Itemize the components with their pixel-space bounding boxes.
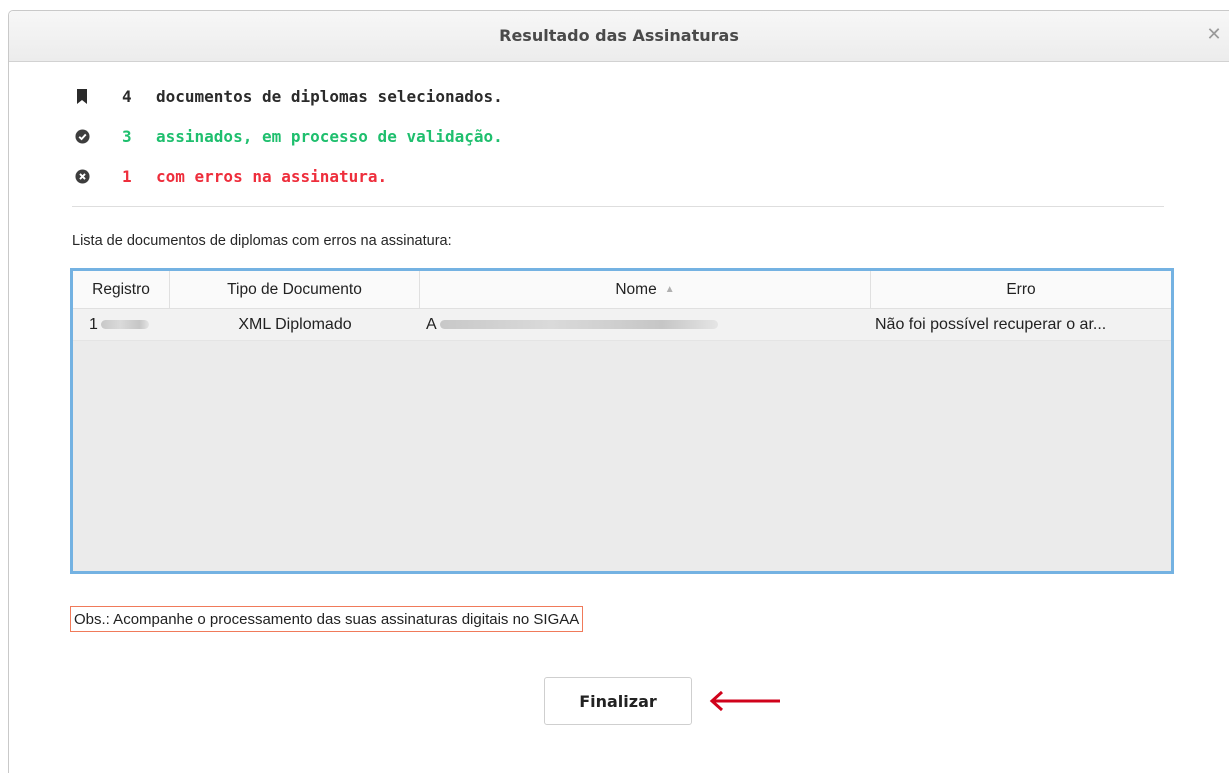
column-header-tipo[interactable]: Tipo de Documento xyxy=(170,271,420,308)
summary-list: 4 documentos de diplomas selecionados. 3… xyxy=(74,76,503,196)
column-header-label: Tipo de Documento xyxy=(227,280,362,298)
summary-signed-text: assinados, em processo de validação. xyxy=(156,126,503,146)
redacted-blur xyxy=(100,320,149,329)
cell-nome: A xyxy=(420,309,871,340)
summary-signed-count: 3 xyxy=(122,126,132,146)
summary-errors-text: com erros na assinatura. xyxy=(156,166,388,186)
observation-note: Obs.: Acompanhe o processamento das suas… xyxy=(70,606,584,632)
summary-total-text: documentos de diplomas selecionados. xyxy=(156,86,503,106)
summary-total-count: 4 xyxy=(122,86,132,106)
table-header: Registro Tipo de Documento Nome ▲ Erro xyxy=(73,271,1171,309)
cell-registro-text: 1 xyxy=(89,315,98,333)
check-circle-icon xyxy=(74,128,90,144)
column-header-label: Registro xyxy=(92,280,150,298)
dialog-title: Resultado das Assinaturas xyxy=(499,26,739,45)
column-header-nome[interactable]: Nome ▲ xyxy=(420,271,871,308)
x-circle-icon xyxy=(74,168,90,184)
dialog-titlebar: Resultado das Assinaturas ✕ xyxy=(9,11,1229,62)
summary-signed: 3 assinados, em processo de validação. xyxy=(74,116,503,156)
close-icon[interactable]: ✕ xyxy=(1203,24,1225,46)
column-header-label: Nome xyxy=(615,280,657,298)
bookmark-icon xyxy=(74,88,90,104)
cell-erro: Não foi possível recuperar o ar... xyxy=(875,315,1107,333)
arrow-left-icon xyxy=(709,690,780,712)
sort-ascending-icon: ▲ xyxy=(664,284,675,295)
summary-total: 4 documentos de diplomas selecionados. xyxy=(74,76,503,116)
finalize-button[interactable]: Finalizar xyxy=(544,677,692,725)
error-documents-table[interactable]: Registro Tipo de Documento Nome ▲ Erro 1… xyxy=(70,268,1174,574)
column-header-registro[interactable]: Registro xyxy=(73,271,170,308)
column-header-label: Erro xyxy=(1006,280,1036,298)
divider xyxy=(72,206,1164,207)
summary-errors: 1 com erros na assinatura. xyxy=(74,156,503,196)
column-header-erro[interactable]: Erro xyxy=(871,271,1171,308)
cell-nome-text: A xyxy=(426,315,437,333)
cell-tipo: XML Diplomado xyxy=(238,315,352,333)
redacted-blur xyxy=(439,320,718,329)
table-row[interactable]: 1 XML Diplomado A Não foi possível recup… xyxy=(73,309,1171,341)
cell-registro: 1 xyxy=(73,309,170,340)
summary-errors-count: 1 xyxy=(122,166,132,186)
error-list-label: Lista de documentos de diplomas com erro… xyxy=(72,233,452,249)
